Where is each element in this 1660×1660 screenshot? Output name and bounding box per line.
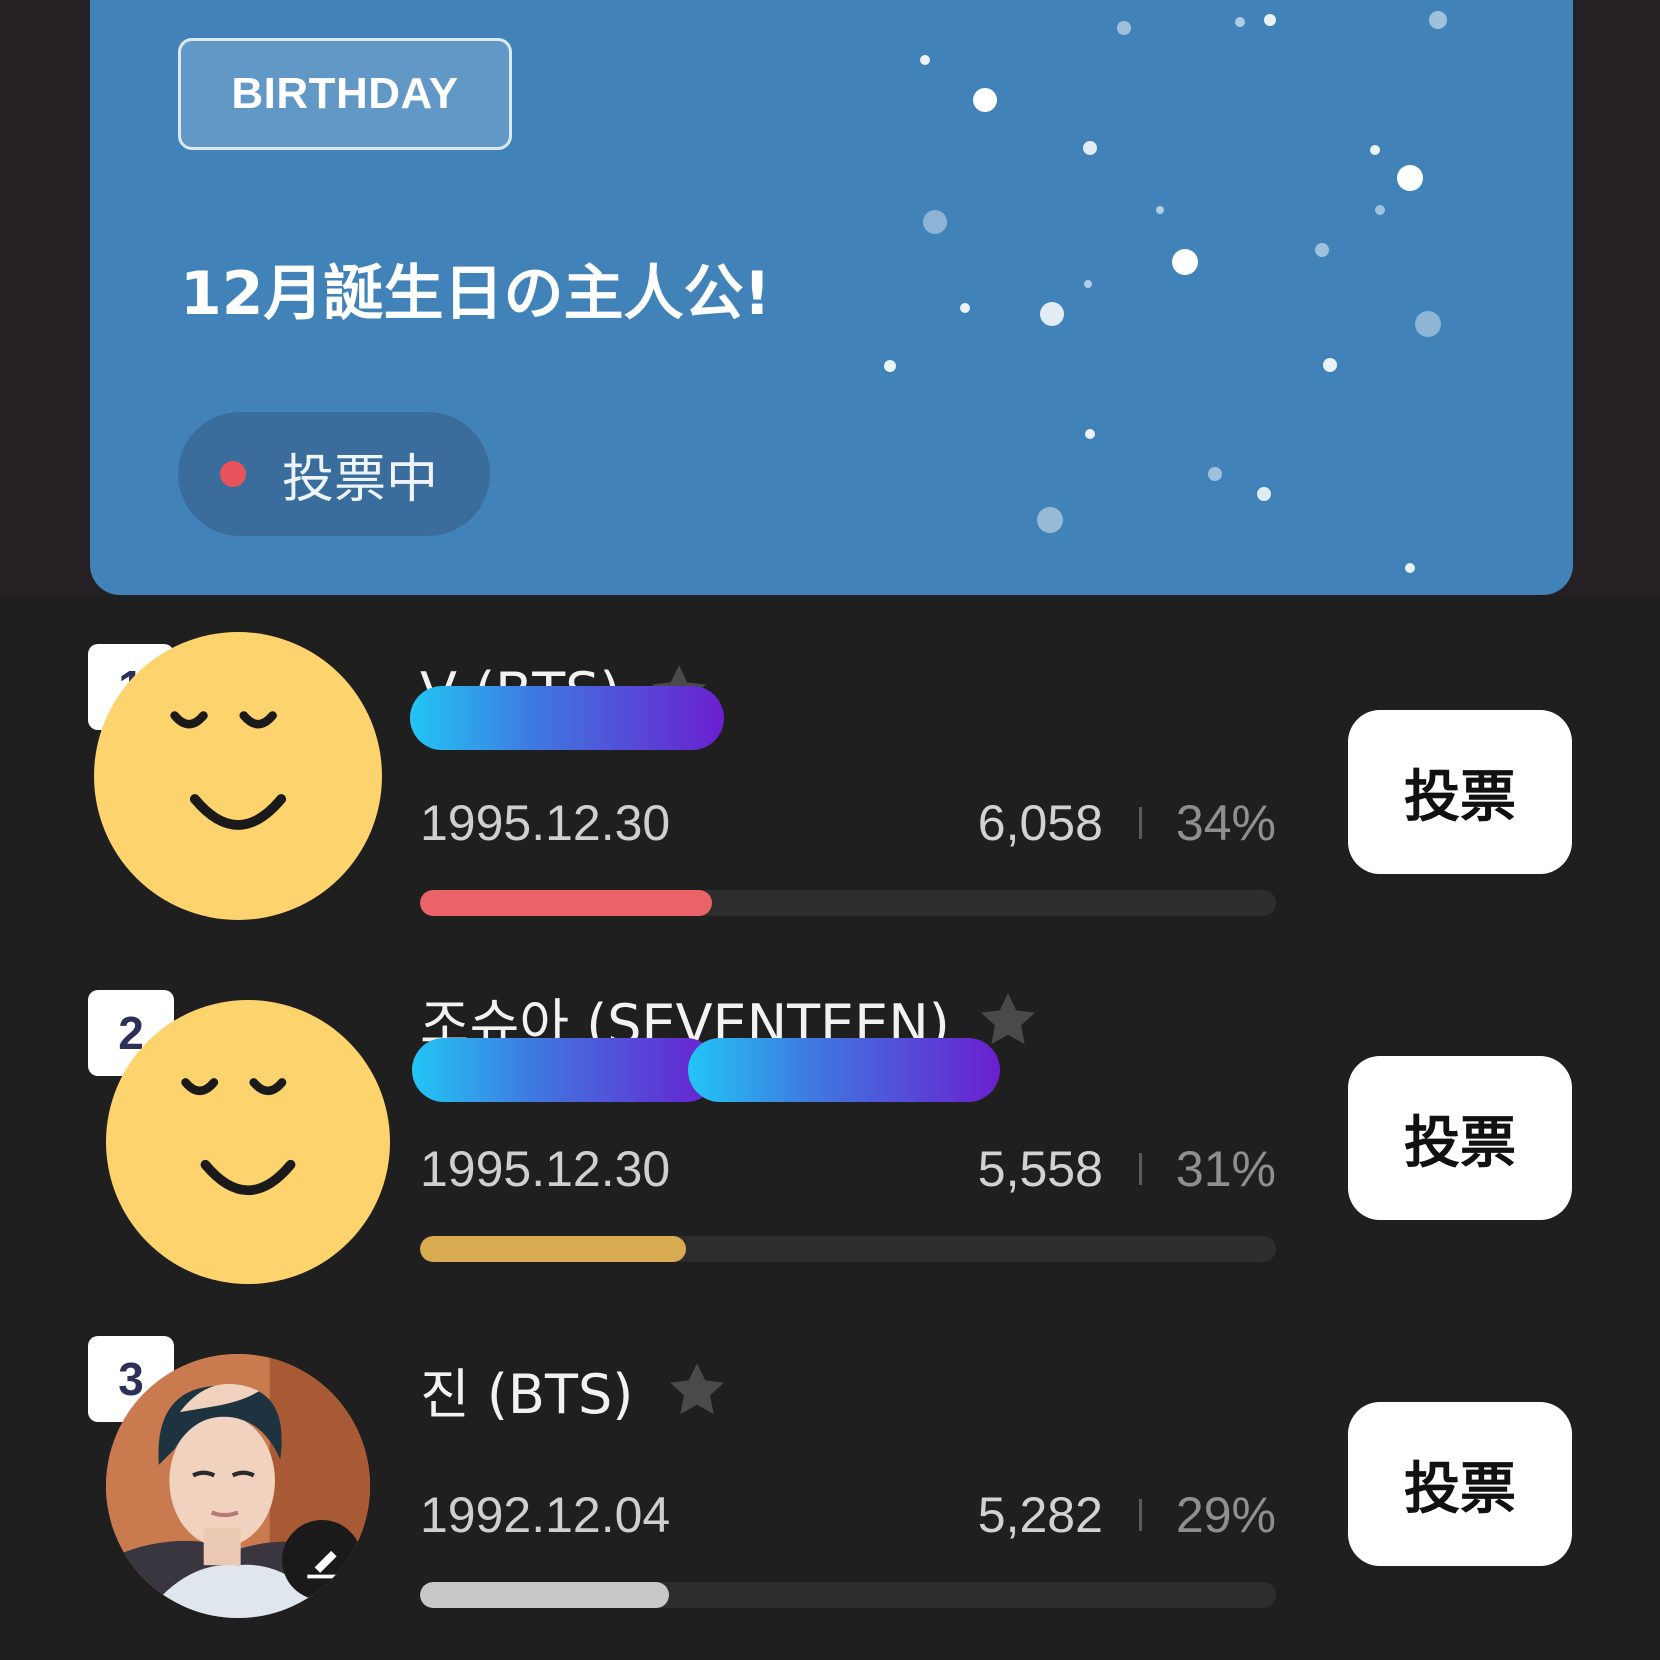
snowflake-dot [1257, 487, 1271, 501]
snowflake-dot [923, 210, 947, 234]
snowflake-dot [1264, 14, 1276, 26]
vote-count: 6,058 [977, 795, 1103, 851]
vote-progress-fill [420, 890, 712, 916]
voting-status-pill: 投票中 [178, 412, 490, 536]
vote-progress-bar [420, 1582, 1276, 1608]
snowflake-dot [1208, 467, 1222, 481]
snowflake-dot [1172, 249, 1198, 275]
edit-download-icon[interactable] [282, 1520, 362, 1600]
stat-divider [1138, 807, 1142, 839]
snowflake-dot [1040, 302, 1064, 326]
birth-date: 1995.12.30 [420, 795, 671, 851]
vote-stats: 5,558 31% [920, 1140, 1276, 1198]
vote-progress-fill [420, 1236, 686, 1262]
snowflake-dot [1429, 11, 1447, 29]
stat-divider [1138, 1153, 1142, 1185]
snowflake-dot [1117, 21, 1131, 35]
vote-count: 5,282 [977, 1487, 1103, 1543]
snowflake-dot [1156, 206, 1164, 214]
snowflake-dot [960, 303, 970, 313]
ranking-row-1: 1 V (BTS) 1995.12.30 6,058 34% 投票 [0, 600, 1660, 940]
snowflake-dot [884, 360, 896, 372]
live-dot-icon [220, 461, 246, 487]
birthday-badge: BIRTHDAY [178, 38, 512, 150]
vote-button[interactable]: 投票 [1348, 1056, 1572, 1220]
vote-button[interactable]: 投票 [1348, 710, 1572, 874]
banner-title: 12月誕生日の主人公! [180, 259, 771, 329]
name-redaction [412, 1038, 718, 1102]
name-redaction [410, 686, 724, 750]
snowflake-dot [1370, 145, 1380, 155]
artist-name-row: 진 (BTS) [420, 1350, 731, 1429]
artist-name: 진 (BTS) [420, 1363, 634, 1426]
smiley-face-icon[interactable] [106, 1000, 390, 1284]
vote-percent: 31% [1175, 1141, 1276, 1197]
ranking-row-2: 2 조슈아 (SEVENTEEN) 1995.12.30 5,558 31% 投… [0, 946, 1660, 1286]
snowflake-dot [973, 88, 997, 112]
vote-button[interactable]: 投票 [1348, 1402, 1572, 1566]
vote-progress-fill [420, 1582, 669, 1608]
voting-status-text: 投票中 [282, 449, 439, 510]
vote-progress-bar [420, 1236, 1276, 1262]
favorite-star-icon[interactable] [663, 1356, 731, 1424]
snowflake-dot [1084, 280, 1092, 288]
vote-percent: 29% [1175, 1487, 1276, 1543]
vote-percent: 34% [1175, 795, 1276, 851]
birthday-banner[interactable]: BIRTHDAY 12月誕生日の主人公! 投票中 [90, 0, 1573, 595]
snowflake-dot [1323, 358, 1337, 372]
stat-divider [1138, 1499, 1142, 1531]
snowflake-dot [1405, 563, 1415, 573]
snowflake-dot [1375, 205, 1385, 215]
snowflake-dot [1083, 141, 1097, 155]
vote-stats: 6,058 34% [920, 794, 1276, 852]
snowflake-dot [1397, 165, 1423, 191]
vote-progress-bar [420, 890, 1276, 916]
snowflake-dot [1315, 243, 1329, 257]
profile-photo[interactable] [106, 1354, 370, 1618]
vote-stats: 5,282 29% [920, 1486, 1276, 1544]
ranking-row-3: 3 진 (BTS) 1992.12.04 5,282 [0, 1292, 1660, 1632]
snowflake-dot [1085, 429, 1095, 439]
birth-date: 1992.12.04 [420, 1487, 671, 1543]
name-redaction [688, 1038, 1000, 1102]
vote-count: 5,558 [977, 1141, 1103, 1197]
birth-date: 1995.12.30 [420, 1141, 671, 1197]
snowflake-dot [1235, 17, 1245, 27]
snowflake-dot [1037, 507, 1063, 533]
smiley-face-icon[interactable] [94, 632, 382, 920]
snowflake-dot [920, 55, 930, 65]
snowflake-dot [1415, 311, 1441, 337]
